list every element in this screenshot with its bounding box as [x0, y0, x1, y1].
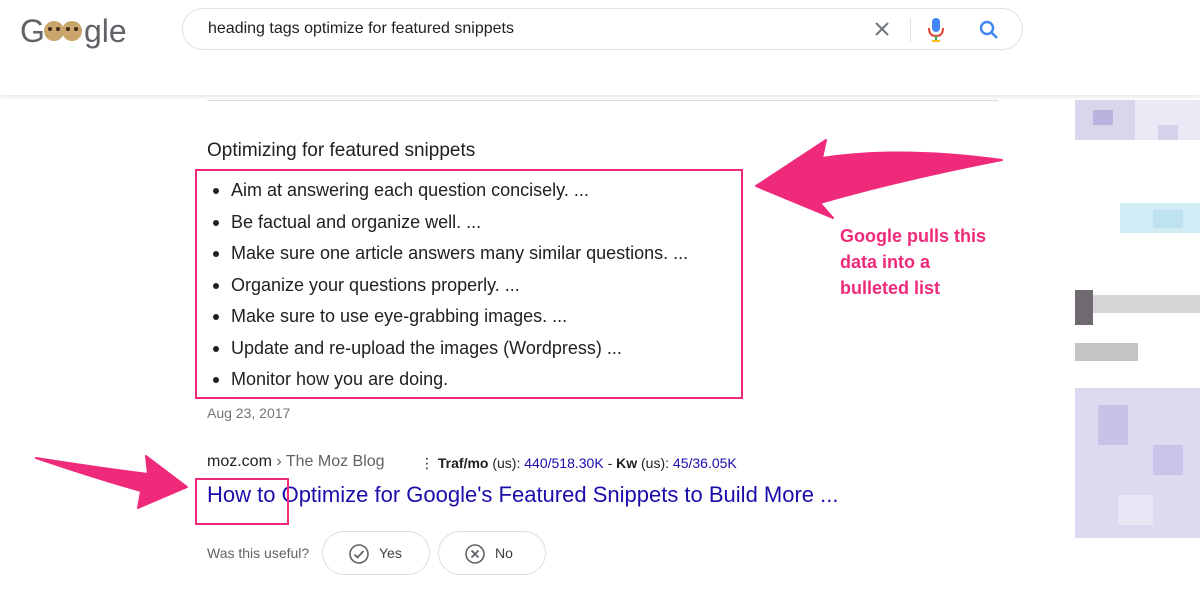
list-item: Be factual and organize well. ...	[212, 207, 688, 239]
list-item: Organize your questions properly. ...	[212, 270, 688, 302]
separator-line	[207, 100, 998, 101]
traffic-label: Traf/mo	[437, 455, 489, 471]
more-options-icon[interactable]: ⋮	[420, 455, 434, 471]
google-doodle-logo[interactable]: G gle	[20, 9, 132, 53]
svg-text:G: G	[20, 13, 45, 49]
snippet-heading: Optimizing for featured snippets	[207, 140, 476, 161]
result-title-link[interactable]: How to Optimize for Google's Featured Sn…	[207, 482, 839, 508]
blurred-side-panel	[1058, 95, 1200, 593]
traffic-value: 440	[524, 455, 548, 471]
annotation-line: data into a	[840, 252, 931, 272]
yes-label: Yes	[379, 545, 402, 561]
kw-label: Kw	[616, 455, 638, 471]
kw-total: /36.05K	[688, 455, 737, 471]
snippet-date: Aug 23, 2017	[207, 405, 291, 421]
x-circle-icon	[465, 544, 485, 564]
result-breadcrumb: › The Moz Blog	[276, 453, 385, 470]
search-header: G gle heading tags optimize for featured…	[0, 0, 1200, 95]
yes-button[interactable]: Yes	[322, 531, 430, 575]
traffic-total: /518.30K	[547, 455, 604, 471]
highlight-box	[195, 478, 289, 525]
search-icon[interactable]	[977, 18, 1001, 42]
no-label: No	[495, 545, 513, 561]
feedback-question: Was this useful?	[207, 545, 310, 561]
check-circle-icon	[349, 544, 369, 564]
annotation-line: bulleted list	[840, 278, 941, 298]
snippet-list: Aim at answering each question concisely…	[212, 175, 688, 396]
search-box[interactable]: heading tags optimize for featured snipp…	[182, 8, 1023, 50]
no-button[interactable]: No	[438, 531, 546, 575]
arrow-annotation	[35, 455, 188, 509]
list-item: Make sure one article answers many simil…	[212, 238, 688, 270]
kw-region: (us):	[641, 455, 670, 471]
list-item: Monitor how you are doing.	[212, 364, 688, 396]
list-item: Aim at answering each question concisely…	[212, 175, 688, 207]
annotation-text: Google pulls this data into a bulleted l…	[840, 223, 1040, 301]
kw-value: 45	[672, 455, 689, 471]
arrow-annotation	[755, 139, 1003, 219]
traffic-stats: ⋮ Traf/mo (us): 440/518.30K - Kw (us): 4…	[420, 455, 737, 472]
mic-icon[interactable]	[926, 17, 946, 43]
search-divider	[910, 18, 911, 42]
annotation-line: Google pulls this	[840, 226, 987, 246]
list-item: Make sure to use eye-grabbing images. ..…	[212, 301, 688, 333]
clear-icon[interactable]	[871, 18, 893, 40]
list-item: Update and re-upload the images (Wordpre…	[212, 333, 688, 365]
traffic-region: (us):	[492, 455, 521, 471]
search-input[interactable]: heading tags optimize for featured snipp…	[208, 20, 514, 38]
svg-text:gle: gle	[84, 13, 127, 49]
kw-separator: -	[607, 455, 613, 471]
result-site: moz.com	[207, 453, 272, 470]
result-cite[interactable]: moz.com › The Moz Blog	[207, 453, 385, 471]
